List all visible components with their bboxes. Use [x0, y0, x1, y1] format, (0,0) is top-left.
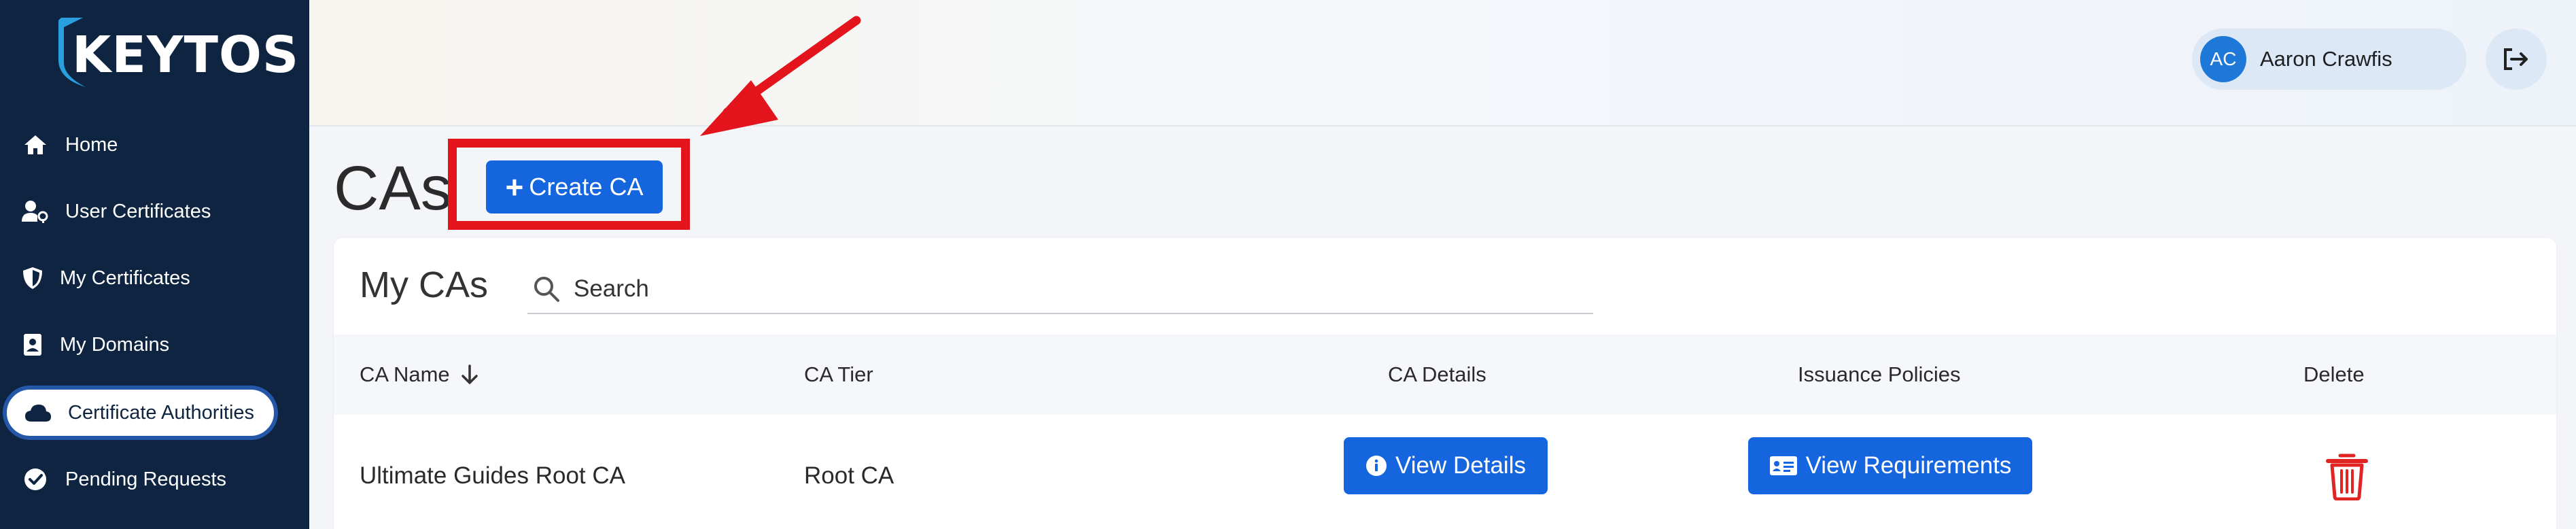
sidebar-item-label: My Domains: [60, 333, 170, 356]
avatar: AC: [2200, 36, 2246, 82]
trash-icon: [2326, 454, 2368, 501]
home-icon: [22, 131, 49, 158]
card-title: My CAs: [360, 264, 488, 305]
view-requirements-button[interactable]: View Requirements: [1748, 437, 2032, 494]
my-cas-card: My CAs CA Name CA Tier CA Details Issuan…: [334, 238, 2556, 529]
logo-text: KEYTOS: [72, 26, 300, 84]
column-header-ca-details: CA Details: [1388, 362, 1486, 386]
user-name: Aaron Crawfis: [2260, 47, 2392, 71]
sidebar-item-pending-requests[interactable]: Pending Requests: [0, 449, 309, 510]
user-menu[interactable]: AC Aaron Crawfis: [2192, 29, 2467, 90]
sidebar-item-label: Certificate Authorities: [68, 401, 255, 424]
logout-button[interactable]: [2486, 29, 2547, 90]
column-header-delete: Delete: [2303, 362, 2365, 386]
shield-icon: [19, 264, 46, 292]
sidebar-item-my-domains[interactable]: My Domains: [0, 314, 309, 375]
check-circle-icon: [22, 466, 49, 493]
sidebar-item-label: User Certificates: [65, 200, 211, 222]
page-title: CAs: [334, 154, 452, 223]
sidebar-item-label: Home: [65, 133, 118, 156]
delete-button[interactable]: [2325, 451, 2369, 504]
ca-name-cell: Ultimate Guides Root CA: [360, 462, 625, 489]
column-header-ca-name[interactable]: CA Name: [360, 335, 480, 415]
main-content: AC Aaron Crawfis CAs + Create CA My CAs: [309, 0, 2576, 529]
ca-tier-cell: Root CA: [804, 462, 894, 489]
column-header-ca-tier: CA Tier: [804, 362, 873, 386]
search-field[interactable]: [527, 265, 1593, 314]
sidebar-item-certificate-authorities[interactable]: Certificate Authorities: [3, 386, 278, 440]
sidebar: KEYTOS Home User Certificates My Certifi…: [0, 0, 309, 529]
table-header: CA Name CA Tier CA Details Issuance Poli…: [334, 335, 2556, 415]
sidebar-item-my-certificates[interactable]: My Certificates: [0, 248, 309, 309]
cloud-icon: [24, 399, 52, 426]
id-card-icon: [1769, 455, 1798, 477]
annotation-highlight-box: [448, 139, 690, 230]
top-bar: AC Aaron Crawfis: [309, 0, 2576, 126]
sort-arrow-down-icon: [461, 364, 478, 384]
keytos-logo[interactable]: KEYTOS: [56, 15, 298, 90]
column-header-issuance-policies: Issuance Policies: [1798, 362, 1961, 386]
logout-icon: [2504, 48, 2528, 70]
sidebar-item-label: My Certificates: [60, 267, 190, 289]
sidebar-item-home[interactable]: Home: [0, 114, 309, 175]
table-row: Ultimate Guides Root CA Root CA View Det…: [334, 415, 2556, 529]
sidebar-item-label: Pending Requests: [65, 468, 226, 490]
search-icon: [534, 277, 559, 302]
search-input[interactable]: [574, 275, 1525, 303]
contact-card-icon: [19, 331, 46, 358]
info-icon: [1365, 455, 1387, 477]
view-details-button[interactable]: View Details: [1344, 437, 1548, 494]
user-key-icon: [22, 198, 49, 225]
sidebar-item-user-certificates[interactable]: User Certificates: [0, 181, 309, 242]
